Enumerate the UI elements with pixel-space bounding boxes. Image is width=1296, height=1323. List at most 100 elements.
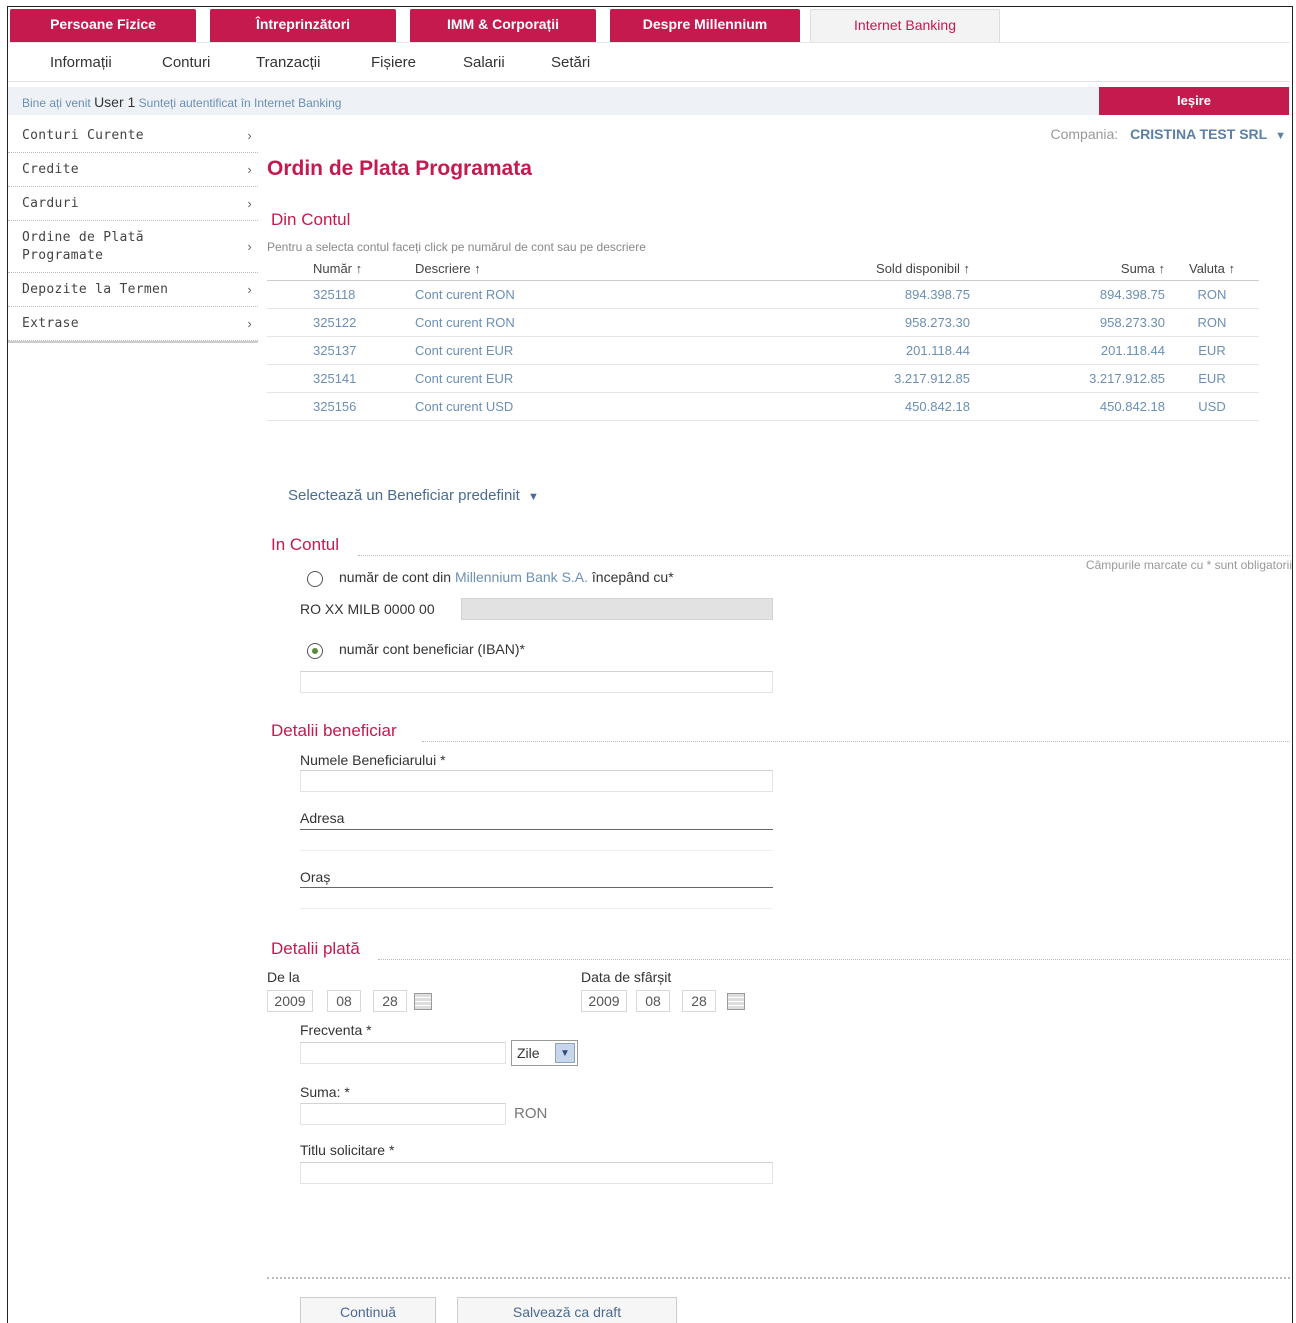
- address-label: Adresa: [300, 810, 345, 826]
- sidebar-item-ordine-plata[interactable]: Ordine de Plată Programate ›: [8, 221, 258, 273]
- table-row[interactable]: 325118 Cont curent RON 894.398.75 894.39…: [267, 280, 1259, 309]
- sort-arrow-icon: ↑: [1158, 261, 1166, 277]
- account-currency: RON: [1165, 280, 1259, 309]
- start-date-year[interactable]: 2009: [267, 990, 313, 1012]
- company-selector[interactable]: Compania: CRISTINA TEST SRL ▼: [1050, 126, 1286, 142]
- table-row[interactable]: 325122 Cont curent RON 958.273.30 958.27…: [267, 308, 1259, 337]
- col-header-valuta[interactable]: Valuta ↑: [1165, 258, 1259, 281]
- tab-internet-banking[interactable]: Internet Banking: [810, 9, 1000, 43]
- nav-tranzactii[interactable]: Tranzacții: [256, 54, 320, 71]
- chevron-right-icon: ›: [247, 195, 252, 211]
- iban-input[interactable]: [300, 671, 773, 693]
- page-frame: Persoane Fizice Întreprinzători IMM & Co…: [7, 6, 1293, 1323]
- save-draft-button[interactable]: Salvează ca draft: [457, 1297, 677, 1323]
- account-available-balance: 450.842.18: [775, 392, 970, 421]
- section-title-from-account: Din Contul: [271, 210, 351, 229]
- internal-account-suffix-input[interactable]: [461, 598, 773, 620]
- from-account-hint: Pentru a selecta contul faceți click pe …: [267, 240, 646, 254]
- nav-setari[interactable]: Setări: [551, 54, 590, 71]
- frequency-input[interactable]: [300, 1042, 506, 1064]
- table-row[interactable]: 325141 Cont curent EUR 3.217.912.85 3.21…: [267, 364, 1259, 393]
- sidebar-item-credite[interactable]: Credite ›: [8, 153, 258, 187]
- nav-informatii[interactable]: Informații: [50, 54, 112, 71]
- end-date-month[interactable]: 08: [636, 990, 670, 1012]
- col-header-suma[interactable]: Suma ↑: [970, 258, 1166, 281]
- account-description[interactable]: Cont curent EUR: [415, 336, 775, 365]
- bank-name: Millennium Bank S.A.: [454, 569, 589, 585]
- tab-intreprinzatori[interactable]: Întreprinzători: [210, 9, 396, 43]
- welcome-prefix: Bine ați venit: [22, 96, 91, 110]
- table-row[interactable]: 325156 Cont curent USD 450.842.18 450.84…: [267, 392, 1259, 421]
- col-header-descriere[interactable]: Descriere ↑: [415, 258, 775, 281]
- accounts-table: Număr ↑ Descriere ↑ Sold disponibil ↑ Su…: [267, 258, 1259, 421]
- account-currency: EUR: [1165, 364, 1259, 393]
- account-amount: 894.398.75: [970, 280, 1165, 309]
- account-description[interactable]: Cont curent RON: [415, 308, 775, 337]
- sidebar-item-label: Credite: [22, 162, 79, 177]
- account-description[interactable]: Cont curent RON: [415, 280, 775, 309]
- start-date-day[interactable]: 28: [373, 990, 407, 1012]
- account-description[interactable]: Cont curent EUR: [415, 364, 775, 393]
- section-title-payment: Detalii plată: [271, 939, 360, 958]
- sidebar-item-extrase[interactable]: Extrase ›: [8, 307, 258, 341]
- account-available-balance: 3.217.912.85: [775, 364, 970, 393]
- frequency-unit-select[interactable]: Zile ▼: [511, 1040, 578, 1066]
- beneficiary-name-label: Numele Beneficiarului *: [300, 752, 446, 768]
- section-title-beneficiary: Detalii beneficiar: [271, 721, 397, 740]
- end-date-day[interactable]: 28: [682, 990, 716, 1012]
- account-number[interactable]: 325141: [267, 364, 415, 393]
- calendar-icon[interactable]: [414, 993, 432, 1010]
- col-header-numar[interactable]: Număr ↑: [267, 258, 415, 281]
- sidebar-item-carduri[interactable]: Carduri ›: [8, 187, 258, 221]
- account-number[interactable]: 325156: [267, 392, 415, 421]
- account-amount: 958.273.30: [970, 308, 1165, 337]
- account-currency: EUR: [1165, 336, 1259, 365]
- account-available-balance: 201.118.44: [775, 336, 970, 365]
- calendar-icon[interactable]: [727, 993, 745, 1010]
- address-input[interactable]: [300, 829, 773, 851]
- tab-imm-corporatii[interactable]: IMM & Corporații: [410, 9, 596, 43]
- beneficiary-name-input[interactable]: [300, 770, 773, 792]
- radio-iban-account[interactable]: [307, 643, 323, 659]
- tab-persoane-fizice[interactable]: Persoane Fizice: [10, 9, 196, 43]
- nav-fisiere[interactable]: Fișiere: [371, 54, 416, 71]
- account-description[interactable]: Cont curent USD: [415, 392, 775, 421]
- chevron-right-icon: ›: [247, 161, 252, 177]
- amount-input[interactable]: [300, 1103, 506, 1125]
- account-prefix-text: RO XX MILB 0000 00: [300, 601, 435, 617]
- account-number[interactable]: 325137: [267, 336, 415, 365]
- divider: [267, 1277, 1290, 1279]
- predefined-beneficiary-select[interactable]: Selectează un Beneficiar predefinit ▼: [288, 487, 539, 504]
- sidebar-item-label: Depozite la Termen: [22, 282, 169, 297]
- end-date-year[interactable]: 2009: [581, 990, 627, 1012]
- city-input[interactable]: [300, 887, 773, 909]
- account-currency: USD: [1165, 392, 1259, 421]
- col-header-sold[interactable]: Sold disponibil ↑: [775, 258, 970, 281]
- continue-button[interactable]: Continuă: [300, 1297, 436, 1323]
- sort-arrow-icon: ↑: [474, 261, 481, 277]
- account-amount: 3.217.912.85: [970, 364, 1165, 393]
- chevron-right-icon: ›: [247, 315, 252, 331]
- tab-despre-millennium[interactable]: Despre Millennium: [610, 9, 800, 43]
- divider: [378, 959, 1290, 960]
- request-title-input[interactable]: [300, 1162, 773, 1184]
- company-value: CRISTINA TEST SRL: [1130, 126, 1268, 142]
- sort-arrow-icon: ↑: [355, 261, 363, 277]
- logout-button[interactable]: Ieșire: [1099, 87, 1289, 115]
- account-number[interactable]: 325118: [267, 280, 415, 309]
- nav-conturi[interactable]: Conturi: [162, 54, 210, 71]
- sort-arrow-icon: ↑: [1228, 261, 1236, 277]
- sidebar-item-label: Carduri: [22, 196, 79, 211]
- nav-salarii[interactable]: Salarii: [463, 54, 505, 71]
- sidebar-item-depozite[interactable]: Depozite la Termen ›: [8, 273, 258, 307]
- account-number[interactable]: 325122: [267, 308, 415, 337]
- account-amount: 201.118.44: [970, 336, 1165, 365]
- sidebar-item-conturi-curente[interactable]: Conturi Curente ›: [8, 119, 258, 153]
- chevron-right-icon: ›: [247, 127, 252, 143]
- start-date-month[interactable]: 08: [327, 990, 361, 1012]
- table-row[interactable]: 325137 Cont curent EUR 201.118.44 201.11…: [267, 336, 1259, 365]
- radio-internal-account[interactable]: [307, 571, 323, 587]
- amount-currency: RON: [514, 1105, 548, 1122]
- sidebar: Conturi Curente › Credite › Carduri › Ordin…: [8, 119, 258, 343]
- account-amount: 450.842.18: [970, 392, 1165, 421]
